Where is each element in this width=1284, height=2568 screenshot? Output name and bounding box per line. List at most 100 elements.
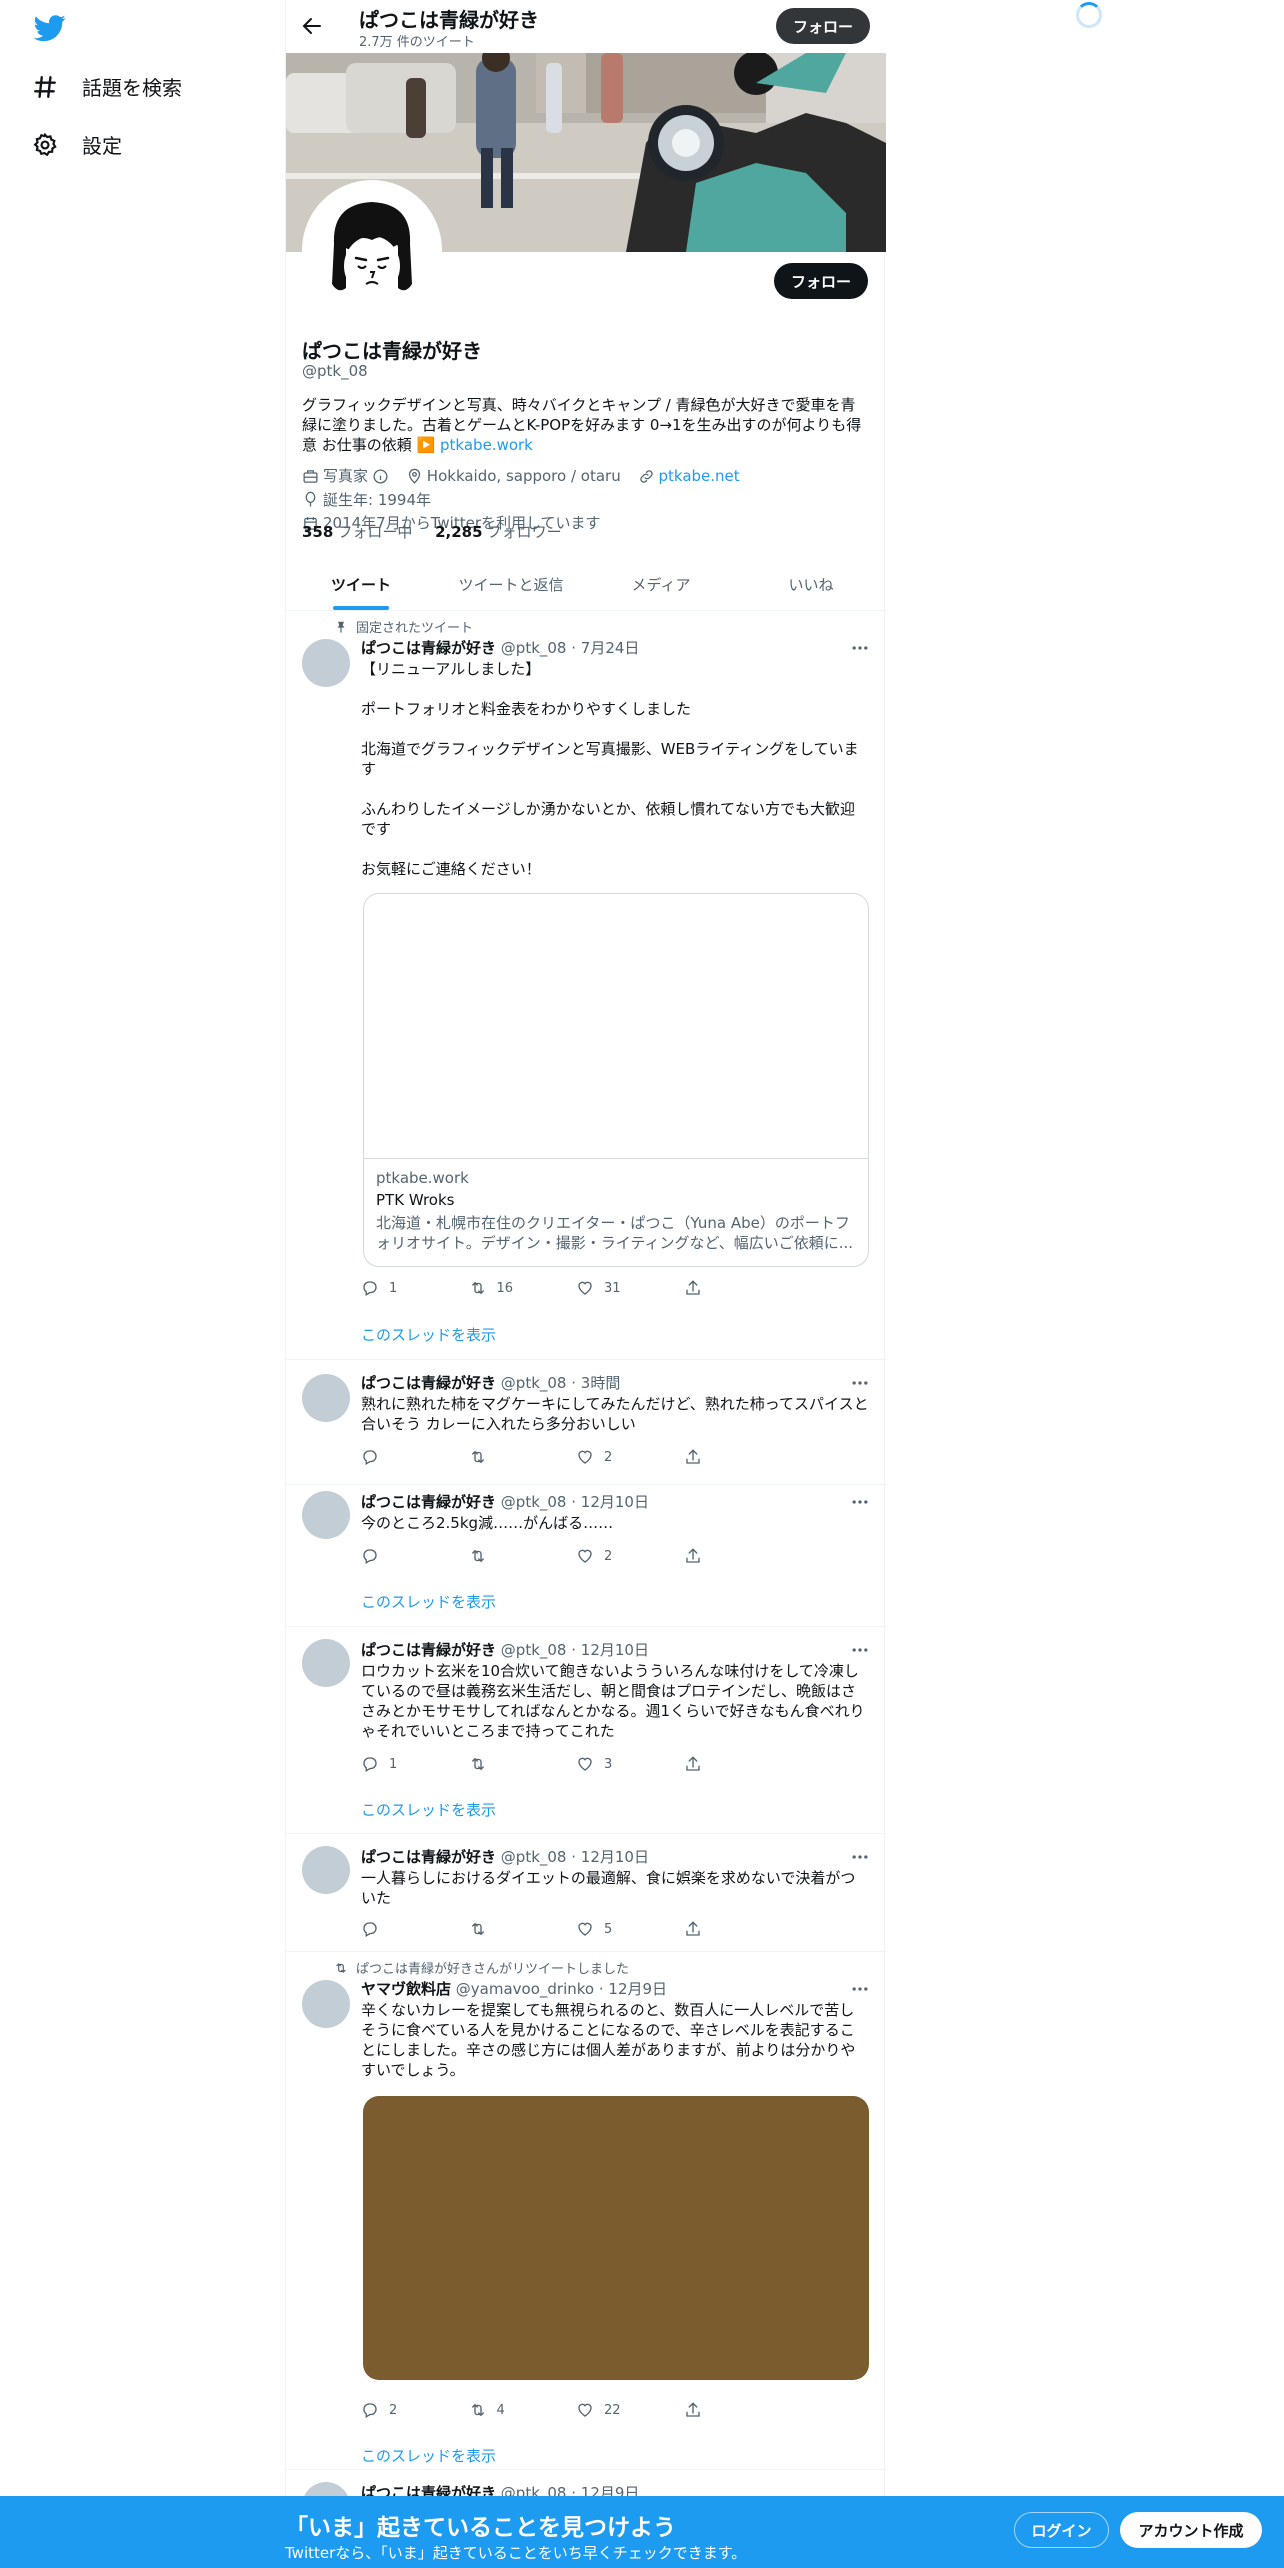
- more-icon[interactable]: [850, 1373, 870, 1393]
- tweet-retweeted[interactable]: ぱつこは青緑が好きさんがリツイートしました ヤマヴ飲料店 @yamavoo_dr…: [286, 1952, 886, 2470]
- nav-settings[interactable]: 設定: [32, 130, 122, 159]
- share-button[interactable]: [684, 1279, 792, 1297]
- show-thread-link[interactable]: このスレッドを表示: [361, 1324, 496, 1345]
- card-image: [364, 894, 868, 1159]
- nav-explore-label: 話題を検索: [82, 76, 182, 100]
- reply-button[interactable]: [361, 1547, 469, 1565]
- like-button[interactable]: 22: [576, 2401, 684, 2419]
- retweet-button[interactable]: [469, 1755, 577, 1773]
- link-card[interactable]: ptkabe.work PTK Wroks 北海道・札幌市在住のクリエイター・ぱ…: [363, 893, 869, 1267]
- tweet-header: ヤマヴ飲料店 @yamavoo_drinko · 12月9日: [361, 1980, 668, 1998]
- tweet-actions: 2: [361, 1448, 791, 1466]
- tweet-media-image[interactable]: [363, 2096, 869, 2380]
- share-button[interactable]: [684, 1755, 792, 1773]
- avatar[interactable]: [302, 1374, 350, 1422]
- reply-button[interactable]: [361, 1448, 469, 1466]
- more-icon[interactable]: [850, 1979, 870, 1999]
- tweet[interactable]: ぱつこは青緑が好き @ptk_08 · 12月10日 一人暮らしにおけるダイエッ…: [286, 1834, 886, 1952]
- reply-button[interactable]: 2: [361, 2401, 469, 2419]
- tab-tweets[interactable]: ツイート: [286, 558, 436, 610]
- heart-icon: [578, 1281, 592, 1295]
- retweet-icon: [336, 1962, 346, 1973]
- tweet-header: ぱつこは青緑が好き @ptk_08 · 12月10日: [361, 1493, 649, 1511]
- retweet-button[interactable]: 16: [469, 1279, 577, 1297]
- reply-button[interactable]: 1: [361, 1279, 469, 1297]
- retweet-icon: [471, 1549, 484, 1563]
- reply-button[interactable]: 1: [361, 1755, 469, 1773]
- retweet-icon: [471, 1922, 484, 1936]
- header-follow-button[interactable]: フォロー: [776, 8, 870, 44]
- tweet-header: ぱつこは青緑が好き @ptk_08 · 12月10日: [361, 1848, 649, 1866]
- tweet[interactable]: ぱつこは青緑が好き @ptk_08 · 12月10日 ロウカット玄米を10合炊い…: [286, 1627, 886, 1834]
- tweet-actions: 1 3: [361, 1755, 791, 1773]
- nav-settings-label: 設定: [82, 134, 122, 158]
- tweet[interactable]: ぱつこは青緑が好き @ptk_08 · 3時間 熟れに熟れた柿をマグケーキにして…: [286, 1360, 886, 1485]
- retweet-button[interactable]: [469, 1448, 577, 1466]
- like-button[interactable]: 31: [576, 1279, 684, 1297]
- retweet-icon: [471, 1757, 484, 1771]
- tweet-header: ぱつこは青緑が好き @ptk_08 · 7月24日: [361, 639, 640, 657]
- following-stat[interactable]: 358 フォロー中: [302, 523, 412, 541]
- tweet-pinned[interactable]: 固定されたツイート ぱつこは青緑が好き @ptk_08 · 7月24日 【リニュ…: [286, 611, 886, 1360]
- show-thread-link[interactable]: このスレッドを表示: [361, 2445, 496, 2466]
- heart-icon: [578, 2403, 592, 2417]
- avatar[interactable]: [302, 1639, 350, 1687]
- avatar[interactable]: [302, 639, 350, 687]
- more-icon[interactable]: [850, 638, 870, 658]
- profile-header: ぱつこは青緑が好き 2.7万 件のツイート フォロー: [286, 0, 886, 53]
- share-button[interactable]: [684, 1448, 792, 1466]
- show-thread-link[interactable]: このスレッドを表示: [361, 1799, 496, 1820]
- share-icon: [685, 1756, 700, 1771]
- back-arrow-icon[interactable]: [300, 14, 324, 38]
- tab-tweets-replies[interactable]: ツイートと返信: [436, 558, 586, 610]
- briefcase-icon: [303, 469, 318, 483]
- tab-media[interactable]: メディア: [586, 558, 736, 610]
- tab-likes[interactable]: いいね: [736, 558, 886, 610]
- show-thread-link[interactable]: このスレッドを表示: [361, 1591, 496, 1612]
- nav-explore[interactable]: 話題を検索: [32, 72, 182, 101]
- more-icon[interactable]: [850, 1847, 870, 1867]
- meta-location: Hokkaido, sapporo / otaru: [406, 466, 621, 486]
- avatar[interactable]: [302, 1846, 350, 1894]
- retweet-button[interactable]: [469, 1920, 577, 1938]
- bio-link[interactable]: ptkabe.work: [440, 436, 533, 454]
- reply-icon: [363, 1549, 377, 1564]
- like-button[interactable]: 2: [576, 1547, 684, 1565]
- location-pin-icon: [408, 468, 420, 484]
- share-icon: [685, 2402, 700, 2417]
- create-account-button[interactable]: アカウント作成: [1120, 2512, 1262, 2548]
- profile-tabs: ツイート ツイートと返信 メディア いいね: [286, 558, 886, 611]
- website-link[interactable]: ptkabe.net: [659, 466, 740, 486]
- more-icon[interactable]: [850, 1492, 870, 1512]
- header-title: ぱつこは青緑が好き: [359, 8, 539, 32]
- retweet-button[interactable]: 4: [469, 2401, 577, 2419]
- tweet[interactable]: ぱつこは青緑が好き @ptk_08 · 12月10日 今のところ2.5kg減………: [286, 1485, 886, 1627]
- info-icon[interactable]: [372, 468, 389, 485]
- followers-stat[interactable]: 2,285 フォロワー: [435, 523, 561, 541]
- share-icon: [685, 1921, 700, 1936]
- more-icon[interactable]: [850, 1640, 870, 1660]
- tweet-actions: 2 4 22: [361, 2401, 791, 2419]
- avatar[interactable]: [302, 1980, 350, 2028]
- profile-follow-button[interactable]: フォロー: [774, 263, 868, 299]
- retweet-button[interactable]: [469, 1547, 577, 1565]
- login-button[interactable]: ログイン: [1014, 2512, 1109, 2548]
- share-button[interactable]: [684, 1920, 792, 1938]
- avatar[interactable]: [302, 1491, 350, 1539]
- card-domain: ptkabe.work: [376, 1169, 469, 1187]
- like-button[interactable]: 3: [576, 1755, 684, 1773]
- twitter-logo-icon[interactable]: [32, 12, 68, 44]
- profile-avatar[interactable]: [302, 180, 442, 320]
- tweet-text: ロウカット玄米を10合炊いて飽きないようういろんな味付けをして冷凍しているので昼…: [361, 1662, 865, 1740]
- share-button[interactable]: [684, 2401, 792, 2419]
- play-emoji-icon: ▶️: [416, 436, 436, 454]
- heart-icon: [578, 1450, 592, 1464]
- tweet-header: ぱつこは青緑が好き @ptk_08 · 12月10日: [361, 1641, 649, 1659]
- profile-handle: @ptk_08: [302, 362, 368, 380]
- like-button[interactable]: 2: [576, 1448, 684, 1466]
- reply-button[interactable]: [361, 1920, 469, 1938]
- like-button[interactable]: 5: [576, 1920, 684, 1938]
- tweet-text: 熟れに熟れた柿をマグケーキにしてみたんだけど、熟れた柿ってスパイスと合いそう カ…: [361, 1395, 869, 1433]
- share-button[interactable]: [684, 1547, 792, 1565]
- card-title: PTK Wroks: [376, 1191, 455, 1209]
